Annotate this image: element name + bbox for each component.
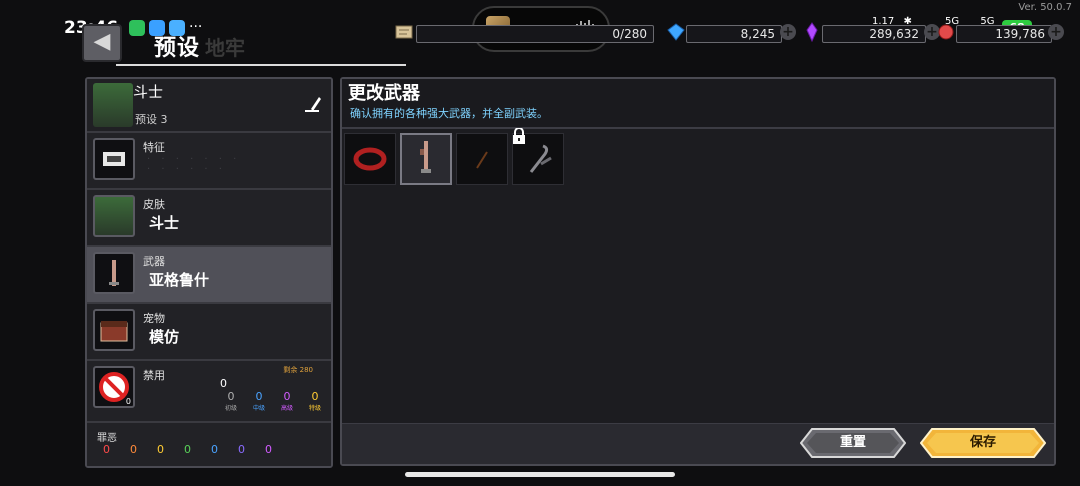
- lock-icon: [513, 128, 525, 144]
- ban-icon-count: 0: [125, 397, 131, 406]
- trait-label: 特征: [143, 141, 165, 154]
- weapon-row[interactable]: 武器 亚格鲁什: [87, 247, 331, 304]
- dagger-icon: [476, 151, 488, 169]
- weapon-select-panel: 更改武器 确认拥有的各种强大武器，并全副武装。 重置 保存: [340, 77, 1056, 466]
- scroll-icon: [395, 25, 413, 39]
- weapon-value: 亚格鲁什: [149, 271, 210, 289]
- page-title: 预设: [154, 36, 201, 61]
- reset-button[interactable]: 重置: [800, 428, 906, 458]
- ban-remaining: 剩余 280: [283, 366, 313, 374]
- preset-panel: 斗士 预设 3 特征 · · · · · · · · · · · · · 皮肤 斗…: [85, 77, 333, 468]
- reset-label: 重置: [839, 435, 866, 450]
- pet-value: 模仿: [149, 328, 180, 346]
- dagger-weapon-slot[interactable]: [456, 133, 508, 185]
- aggrush-icon: [420, 141, 431, 173]
- coin-icon: [938, 24, 954, 40]
- gem-add-button[interactable]: +: [780, 24, 796, 40]
- sin-value: 0: [103, 443, 110, 456]
- crystal-value: 289,632: [869, 27, 919, 41]
- character-header[interactable]: 斗士 预设 3: [87, 79, 331, 133]
- sin-value: 0: [157, 443, 164, 456]
- ban-count: 0: [220, 377, 227, 390]
- character-avatar: [93, 83, 133, 127]
- skin-icon: [93, 195, 135, 237]
- ring-icon: [353, 147, 387, 171]
- sin-value: 0: [130, 443, 137, 456]
- back-arrow-icon: ◀: [93, 29, 111, 54]
- version-label: Ver. 50.0.7: [1018, 2, 1072, 13]
- pet-label: 宠物: [143, 312, 165, 325]
- ban-icon-frame: 0: [93, 366, 135, 408]
- panel-footer: 重置 保存: [342, 423, 1054, 464]
- gem-value: 8,245: [740, 27, 775, 41]
- panel-subtitle: 确认拥有的各种强大武器，并全副武装。: [350, 107, 548, 120]
- ban-label: 禁用: [143, 369, 165, 382]
- character-name: 斗士: [133, 83, 164, 101]
- sin-values: 0 0 0 0 0 0 0: [103, 443, 272, 456]
- edit-icon[interactable]: [301, 93, 323, 115]
- crystal-icon: [806, 22, 818, 42]
- weapon-label: 武器: [143, 255, 165, 268]
- wechat-icon: [129, 20, 145, 36]
- ring-weapon-slot[interactable]: [344, 133, 396, 185]
- gem-icon: [667, 23, 685, 41]
- scroll-resource: 0/280: [416, 25, 654, 43]
- trait-icon: [93, 138, 135, 180]
- ban-row[interactable]: 0 禁用 剩余 280 0 0 初级 0 中级 0 高级 0 特级: [87, 361, 331, 423]
- panel-header: 更改武器 确认拥有的各种强大武器，并全副武装。: [342, 79, 1054, 129]
- pet-icon: [93, 309, 135, 351]
- weapon-icon: [93, 252, 135, 294]
- preset-label: 预设 3: [135, 113, 168, 126]
- home-indicator[interactable]: [405, 472, 675, 477]
- background-title: 地牢: [205, 36, 245, 60]
- scroll-value: 0/280: [612, 27, 647, 41]
- trait-slots: · · · · · · · · · · · · ·: [147, 154, 241, 175]
- crystal-resource: 289,632: [822, 25, 926, 43]
- sin-label: 罪恶: [97, 433, 117, 444]
- tier-mid: 0 中级: [252, 390, 265, 413]
- coin-value: 139,786: [995, 27, 1045, 41]
- sin-row[interactable]: 罪恶 0 0 0 0 0 0 0: [87, 423, 331, 466]
- ban-tiers: 0 初级 0 中级 0 高级 0 特级: [217, 391, 329, 415]
- pet-row[interactable]: 宠物 模仿: [87, 304, 331, 361]
- aggrush-weapon-slot[interactable]: [400, 133, 452, 185]
- tier-basic: 0 初级: [224, 390, 237, 413]
- panel-title: 更改武器: [348, 83, 420, 104]
- tier-special: 0 特级: [308, 390, 321, 413]
- sin-value: 0: [238, 443, 245, 456]
- sin-value: 0: [265, 443, 272, 456]
- skin-value: 斗士: [149, 214, 180, 232]
- title-underline: [116, 64, 406, 66]
- coin-add-button[interactable]: +: [1048, 24, 1064, 40]
- scythe-weapon-slot[interactable]: [512, 128, 564, 185]
- trait-row[interactable]: 特征 · · · · · · · · · · · · ·: [87, 133, 331, 190]
- back-button[interactable]: ◀: [82, 24, 122, 62]
- save-label: 保存: [969, 435, 996, 450]
- weapon-list: [344, 128, 564, 185]
- tier-high: 0 高级: [280, 390, 293, 413]
- gem-resource: 8,245: [686, 25, 782, 43]
- coin-resource: 139,786: [956, 25, 1052, 43]
- sin-value: 0: [211, 443, 218, 456]
- skin-label: 皮肤: [143, 198, 165, 211]
- save-button[interactable]: 保存: [920, 428, 1046, 458]
- skin-row[interactable]: 皮肤 斗士: [87, 190, 331, 247]
- sin-value: 0: [184, 443, 191, 456]
